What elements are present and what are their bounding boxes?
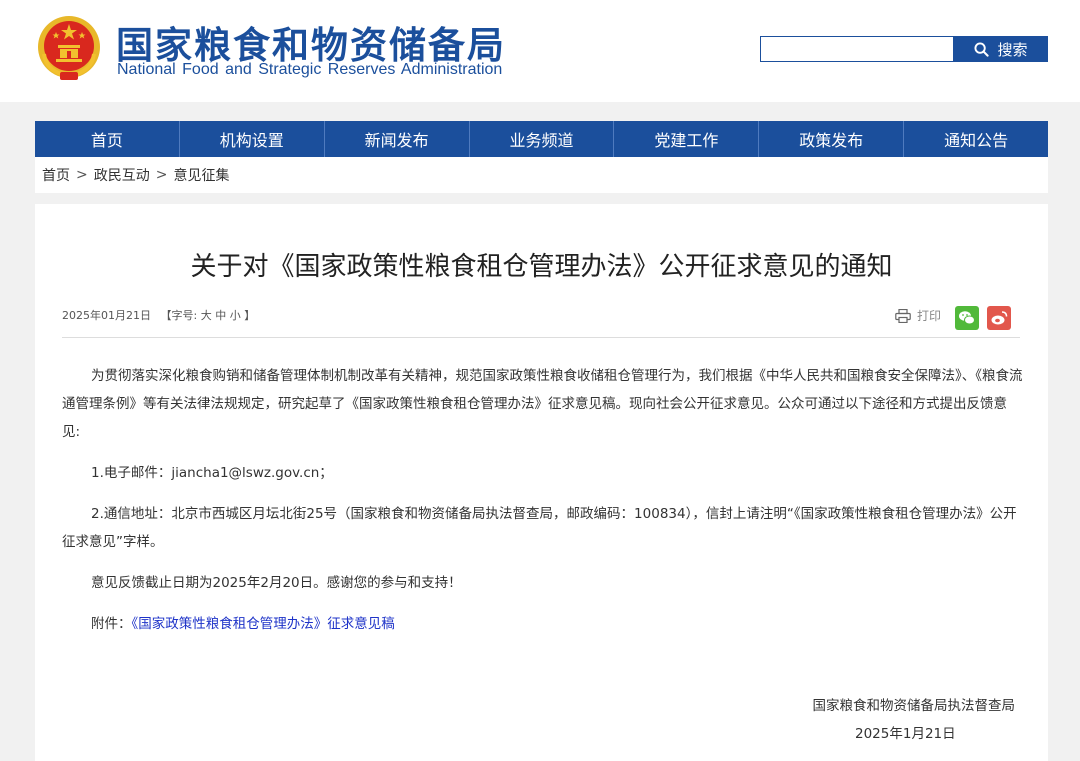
breadcrumb-separator: >	[76, 167, 88, 183]
nav-item-notices[interactable]: 通知公告	[904, 121, 1048, 157]
article-date: 2025年01月21日	[62, 309, 151, 322]
breadcrumb-solicitation[interactable]: 意见征集	[173, 165, 229, 185]
feedback-deadline: 意见反馈截止日期为2025年2月20日。感谢您的参与和支持！	[91, 575, 462, 591]
breadcrumb: 首页 > 政民互动 > 意见征集	[35, 157, 1048, 193]
nav-item-news[interactable]: 新闻发布	[325, 121, 470, 157]
national-emblem-icon[interactable]	[36, 14, 102, 82]
site-name-en[interactable]: National Food and Strategic Reserves Adm…	[117, 61, 502, 79]
article-title: 关于对《国家政策性粮食租仓管理办法》公开征求意见的通知	[190, 252, 893, 282]
nav-item-home[interactable]: 首页	[35, 121, 180, 157]
font-size-medium[interactable]: 中	[215, 309, 226, 322]
feedback-address: 2.通信地址：北京市西城区月坛北街25号（国家粮食和物资储备局执法督查局，邮政编…	[62, 506, 1017, 550]
print-label: 打印	[917, 309, 942, 323]
search-icon	[974, 41, 990, 57]
font-size-suffix: 】	[244, 309, 256, 322]
attachment-label: 附件：	[91, 616, 132, 632]
feedback-email: 1.电子邮件：jiancha1@lswz.gov.cn；	[91, 465, 333, 481]
nav-item-policy[interactable]: 政策发布	[759, 121, 905, 157]
article-paragraph-intro: 为贯彻落实深化粮食购销和储备管理体制机制改革有关精神，规范国家政策性粮食收储租仓…	[62, 368, 1023, 440]
article-meta: 2025年01月21日 【字号: 大 中 小 】	[62, 307, 255, 323]
print-icon	[895, 308, 911, 323]
breadcrumb-separator: >	[155, 167, 168, 183]
article-body: 为贯彻落实深化粮食购销和储备管理体制机制改革有关精神，规范国家政策性粮食收储租仓…	[62, 362, 1023, 638]
site-header: 国家粮食和物资储备局 National Food and Strategic R…	[0, 0, 1080, 102]
article-container: 关于对《国家政策性粮食租仓管理办法》公开征求意见的通知 2025年01月21日 …	[35, 204, 1048, 761]
breadcrumb-interaction[interactable]: 政民互动	[94, 165, 150, 185]
weibo-icon[interactable]	[987, 306, 1011, 330]
attachment-row: 附件：《国家政策性粮食租仓管理办法》征求意见稿	[62, 610, 1023, 638]
main-nav: 首页 机构设置 新闻发布 业务频道 党建工作 政策发布 通知公告	[35, 121, 1048, 157]
wechat-icon[interactable]	[955, 306, 979, 330]
font-size-small[interactable]: 小	[230, 309, 241, 322]
signature-org: 国家粮食和物资储备局执法督查局	[812, 698, 1016, 714]
font-size-prefix: 【字号:	[160, 309, 198, 322]
signature-date: 2025年1月21日	[855, 726, 956, 742]
print-button[interactable]: 打印	[895, 307, 941, 324]
meta-divider	[62, 337, 1020, 338]
nav-item-business[interactable]: 业务频道	[470, 121, 615, 157]
font-size-large[interactable]: 大	[201, 309, 212, 322]
nav-item-organization[interactable]: 机构设置	[180, 121, 325, 157]
search-input[interactable]	[760, 36, 954, 62]
search-button[interactable]: 搜索	[954, 36, 1048, 62]
search-button-label: 搜索	[997, 41, 1028, 59]
nav-item-party[interactable]: 党建工作	[614, 121, 760, 157]
attachment-link[interactable]: 《国家政策性粮食租仓管理办法》征求意见稿	[132, 616, 395, 632]
breadcrumb-home[interactable]: 首页	[42, 165, 70, 185]
